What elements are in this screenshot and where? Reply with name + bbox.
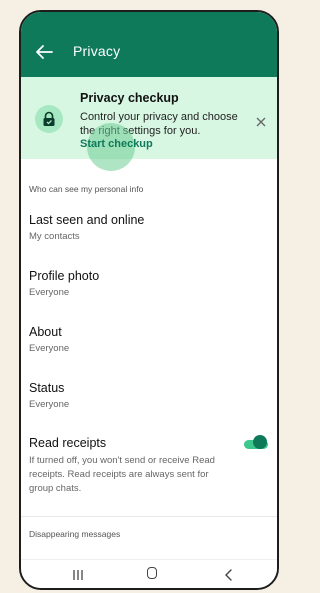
setting-last-seen[interactable]: Last seen and online My contacts: [29, 213, 259, 242]
divider: [21, 516, 277, 517]
setting-description: If turned off, you won't send or receive…: [29, 455, 215, 494]
setting-read-receipts[interactable]: Read receipts If turned off, you won't s…: [29, 436, 259, 496]
setting-title: Read receipts: [29, 436, 107, 450]
checkup-title: Privacy checkup: [80, 91, 179, 105]
setting-value: Everyone: [29, 343, 70, 354]
setting-title: Last seen and online: [29, 213, 145, 227]
lock-icon: [35, 105, 63, 133]
start-checkup-link[interactable]: Start checkup: [80, 138, 153, 150]
setting-value: My contacts: [29, 231, 80, 242]
section-header-personal-info: Who can see my personal info: [29, 184, 144, 194]
chevron-left-icon[interactable]: [224, 568, 234, 581]
setting-profile-photo[interactable]: Profile photo Everyone: [29, 269, 259, 298]
setting-about[interactable]: About Everyone: [29, 325, 259, 354]
system-nav-bar: [21, 559, 277, 588]
page-title: Privacy: [73, 43, 121, 59]
recents-icon[interactable]: [71, 568, 85, 580]
setting-value: Everyone: [29, 399, 70, 410]
home-icon[interactable]: [147, 567, 157, 579]
back-arrow-icon[interactable]: [35, 44, 53, 60]
setting-status[interactable]: Status Everyone: [29, 381, 259, 410]
setting-title: Status: [29, 381, 65, 395]
close-icon[interactable]: [256, 114, 266, 127]
setting-title: Profile photo: [29, 269, 100, 283]
section-header-disappearing: Disappearing messages: [29, 529, 121, 539]
setting-title: About: [29, 325, 62, 339]
privacy-checkup-banner[interactable]: Privacy checkup Control your privacy and…: [21, 77, 277, 171]
phone-frame: Privacy Privacy checkup Control your pri…: [19, 10, 279, 590]
toggle-knob[interactable]: [253, 435, 267, 449]
app-bar: Privacy: [21, 12, 277, 77]
setting-value: Everyone: [29, 287, 70, 298]
